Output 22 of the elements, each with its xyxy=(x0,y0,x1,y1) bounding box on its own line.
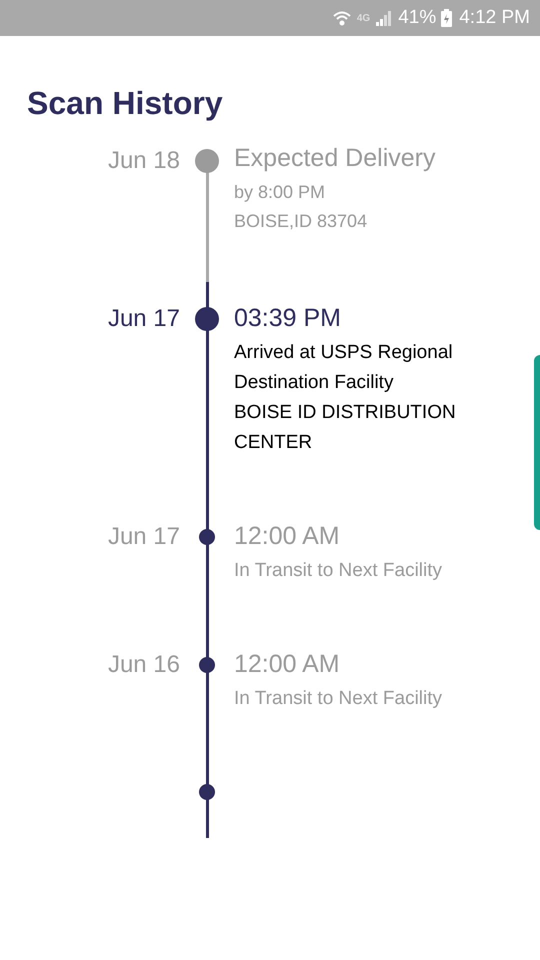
battery-icon xyxy=(441,9,452,27)
event-detail: Arrived at USPS Regional Destination Facility xyxy=(234,341,454,395)
event-date: Jun 17 xyxy=(106,304,180,334)
event-heading: 12:00 AM xyxy=(234,521,341,552)
event-detail: BOISE,ID 83704 xyxy=(234,210,368,233)
event-heading: 03:39 PM xyxy=(234,303,342,334)
event-date: Jun 17 xyxy=(106,522,180,552)
clock: 4:12 PM xyxy=(459,7,530,29)
side-tab[interactable] xyxy=(534,355,540,530)
event-date: Jun 18 xyxy=(106,146,180,176)
signal-icon xyxy=(375,10,394,26)
event-date: Jun 16 xyxy=(106,650,180,680)
event-heading: 12:00 AM xyxy=(234,649,341,680)
battery-percent: 41% xyxy=(398,7,436,29)
event-detail: In Transit to Next Facility xyxy=(234,687,444,711)
event-detail: In Transit to Next Facility xyxy=(234,559,444,583)
event-detail: by 8:00 PM xyxy=(234,181,326,204)
page-title: Scan History xyxy=(27,84,224,122)
timeline-dot xyxy=(199,784,215,800)
event-detail: BOISE ID DISTRIBUTION CENTER xyxy=(234,401,457,455)
event-heading: Expected Delivery xyxy=(234,143,436,174)
wifi-icon xyxy=(332,9,352,27)
